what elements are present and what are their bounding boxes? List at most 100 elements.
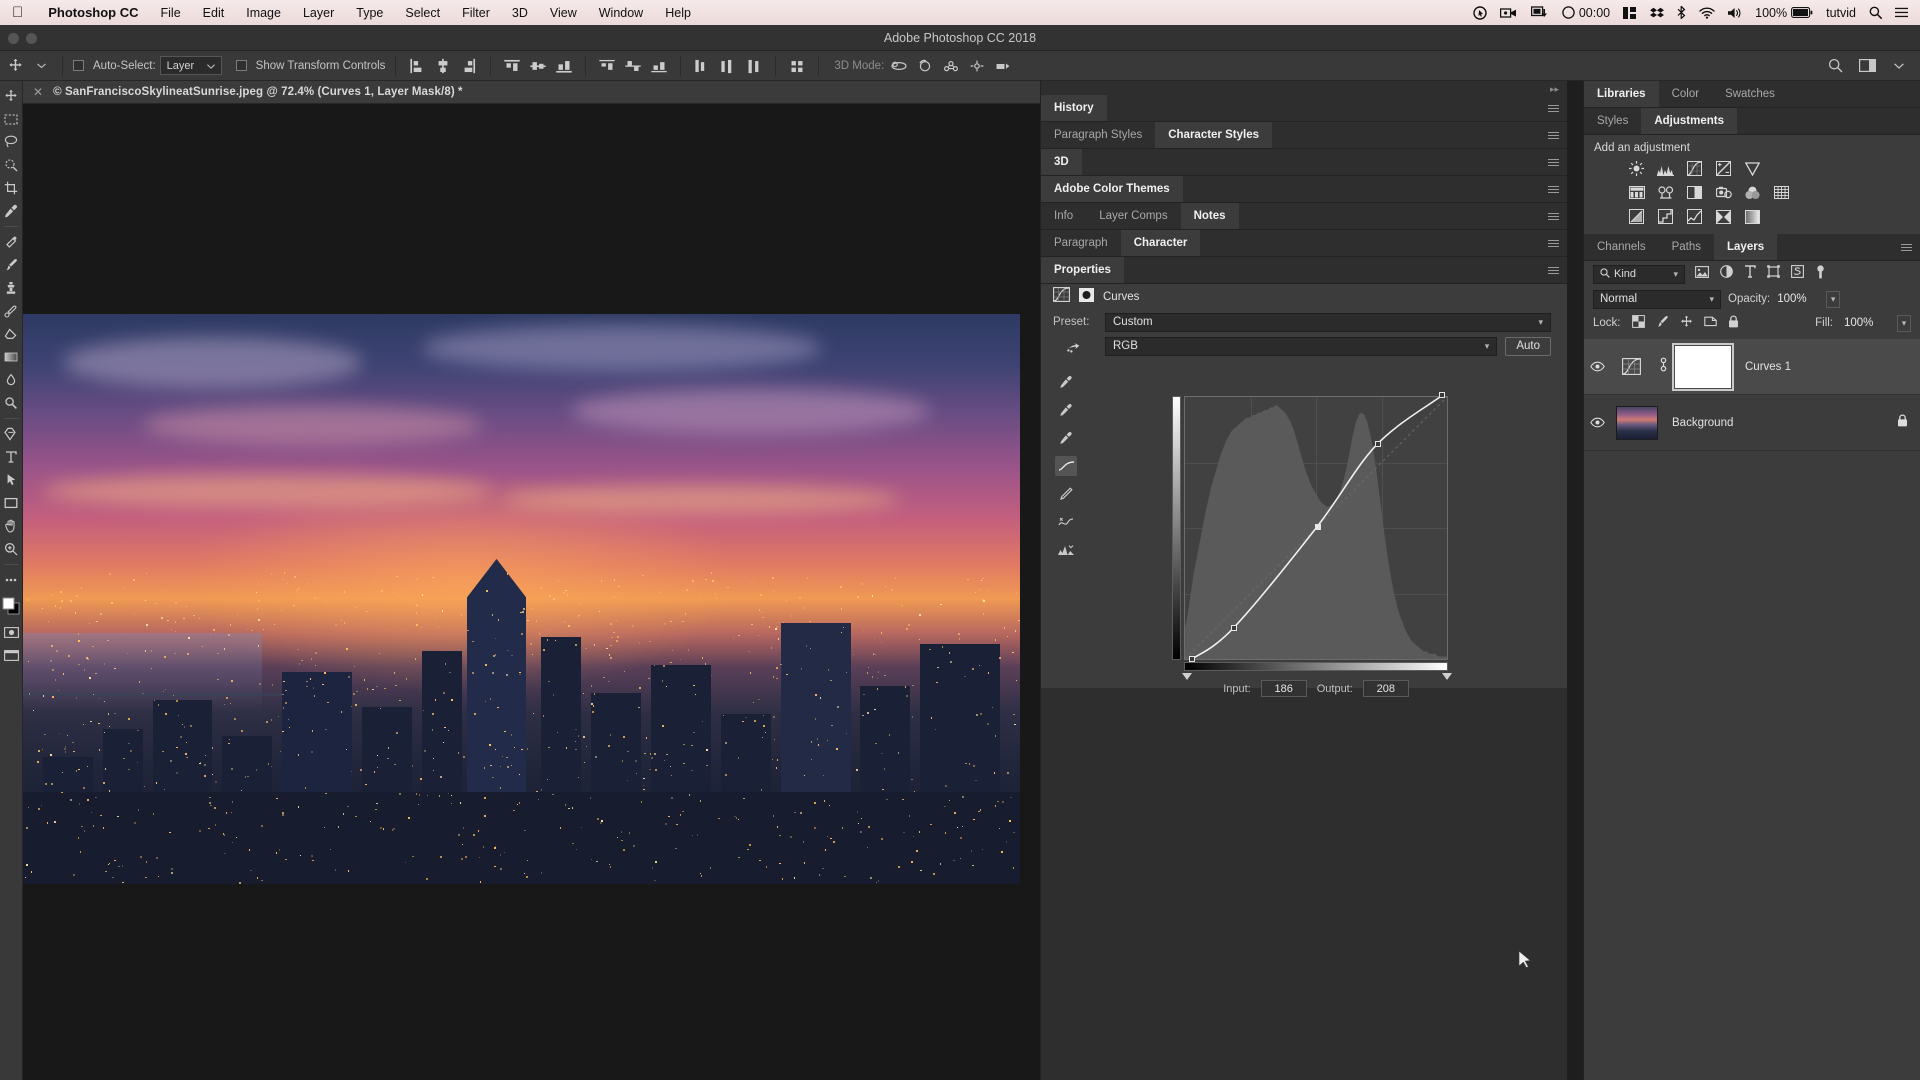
curve-point-1[interactable] [1231,625,1237,631]
volume-icon[interactable] [1728,7,1742,19]
menu-item-image[interactable]: Image [235,6,292,20]
opacity-value[interactable]: 100% [1777,293,1819,305]
pan-3d-icon[interactable] [940,55,962,77]
distribute-vertical-center-icon[interactable] [622,55,644,77]
curve-pencil-tool-icon[interactable] [1055,484,1077,504]
link-mask-icon[interactable] [1659,357,1668,377]
distribute-right-icon[interactable] [743,55,765,77]
tab-history[interactable]: History [1041,95,1107,121]
hand-tool-icon[interactable] [1,515,22,537]
screen-mode-icon[interactable] [1,644,22,666]
align-bottom-edges-icon[interactable] [553,55,575,77]
panel-menu-icon[interactable] [1548,240,1559,248]
vibrance-icon[interactable] [1744,160,1761,177]
show-transform-controls-checkbox[interactable] [236,60,247,71]
hue-saturation-icon[interactable] [1628,184,1645,201]
menu-item-filter[interactable]: Filter [451,6,501,20]
panel-menu-icon[interactable] [1548,159,1559,167]
menu-item-layer[interactable]: Layer [292,6,345,20]
screen-timer[interactable]: 00:00 [1562,6,1610,20]
distribute-left-icon[interactable] [691,55,713,77]
canvas-area[interactable] [23,104,1040,1080]
lock-icon[interactable] [1897,414,1908,432]
dock-collapse-bar[interactable]: ▸▸ [1041,81,1567,95]
menu-item-edit[interactable]: Edit [192,6,236,20]
wifi-icon[interactable] [1699,7,1715,19]
lock-all-icon[interactable] [1728,315,1739,331]
tab-character-styles[interactable]: Character Styles [1155,122,1272,148]
curves-grid[interactable] [1184,396,1448,660]
histogram-clip-icon[interactable] [1055,540,1077,560]
lock-artboard-nesting-icon[interactable] [1704,315,1717,331]
photo-filter-icon[interactable] [1715,184,1732,201]
distribute-bottom-icon[interactable] [648,55,670,77]
zoom-tool-icon[interactable] [1,538,22,560]
lasso-tool-icon[interactable] [1,131,22,153]
curve-point-4[interactable] [1439,392,1445,398]
dodge-tool-icon[interactable] [1,392,22,414]
scale-3d-icon[interactable] [992,55,1014,77]
move-tool-icon[interactable] [4,55,26,77]
menu-item-type[interactable]: Type [345,6,394,20]
color-balance-icon[interactable] [1657,184,1674,201]
blend-mode-dropdown[interactable]: Normal ▾ [1593,290,1721,309]
filter-smart-object-icon[interactable] [1791,265,1804,283]
auto-select-checkbox[interactable] [73,60,84,71]
eye-icon[interactable] [1584,361,1610,372]
align-horizontal-centers-icon[interactable] [432,55,454,77]
align-right-edges-icon[interactable] [458,55,480,77]
menu-item-3d[interactable]: 3D [501,6,539,20]
black-point-slider[interactable] [1182,673,1192,680]
tab-libraries[interactable]: Libraries [1584,81,1659,107]
smooth-curve-icon[interactable] [1055,512,1077,532]
layout-icon[interactable] [1623,7,1637,19]
selective-color-icon[interactable] [1715,208,1732,225]
video-camera-icon[interactable] [1500,7,1518,19]
layer-mask-thumbnail[interactable] [1675,346,1731,388]
move-tool-icon[interactable] [1,85,22,107]
lock-transparent-pixels-icon[interactable] [1632,315,1645,331]
path-select-tool-icon[interactable] [1,469,22,491]
screen-record-icon[interactable] [1531,6,1549,19]
tab-layer-comps[interactable]: Layer Comps [1086,203,1180,229]
invert-icon[interactable] [1628,208,1645,225]
tab-properties[interactable]: Properties [1041,257,1124,283]
brush-tool-icon[interactable] [1,254,22,276]
output-value[interactable]: 208 [1363,680,1409,697]
align-left-edges-icon[interactable] [406,55,428,77]
opacity-stepper-chevron-icon[interactable]: ▾ [1826,291,1840,308]
gradient-map-icon[interactable] [1744,208,1761,225]
panel-menu-icon[interactable] [1548,267,1559,275]
panel-menu-icon[interactable] [1548,213,1559,221]
black-white-icon[interactable] [1686,184,1703,201]
roll-3d-icon[interactable] [914,55,936,77]
table-row[interactable]: Curves 1 [1584,339,1920,395]
window-controls[interactable] [8,33,37,44]
preset-dropdown[interactable]: Custom ▾ [1105,313,1551,332]
menu-item-select[interactable]: Select [394,6,451,20]
curves-adjustment-icon[interactable] [1610,358,1652,375]
fill-stepper-chevron-icon[interactable]: ▾ [1897,315,1911,332]
align-top-edges-icon[interactable] [501,55,523,77]
eye-icon[interactable] [1584,417,1610,428]
eyedropper-tool-icon[interactable] [1,200,22,222]
menu-app-name[interactable]: Photoshop CC [37,5,149,20]
table-row[interactable]: Background [1584,395,1920,451]
chevron-collapse-icon[interactable]: ▸▸ [1550,84,1559,95]
chevron-down-icon[interactable] [1888,55,1910,77]
posterize-icon[interactable] [1657,208,1674,225]
tab-notes[interactable]: Notes [1181,203,1239,229]
document-tab[interactable]: ✕ © SanFranciscoSkylineatSunrise.jpeg @ … [23,81,1040,104]
type-tool-icon[interactable] [1,446,22,468]
levels-icon[interactable] [1657,160,1674,177]
fill-value[interactable]: 100% [1844,317,1886,329]
tab-adobe-color-themes[interactable]: Adobe Color Themes [1041,176,1183,202]
tab-styles[interactable]: Styles [1584,108,1641,134]
on-image-adjust-icon[interactable] [1053,338,1097,354]
tab-color[interactable]: Color [1659,81,1712,107]
eyedropper-black-point-icon[interactable] [1055,372,1077,392]
menu-item-file[interactable]: File [150,6,192,20]
panel-menu-icon[interactable] [1901,244,1912,252]
eraser-tool-icon[interactable] [1,323,22,345]
input-value[interactable]: 186 [1261,680,1307,697]
